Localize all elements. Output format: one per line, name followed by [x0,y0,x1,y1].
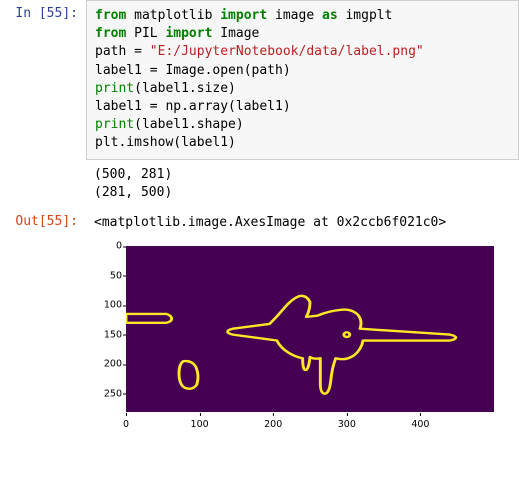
xtick: 100 [191,419,209,430]
kw-import: import [165,26,212,41]
code-text: label1 = Image.open(path) [95,63,291,78]
kw-import: import [220,8,267,23]
image-canvas [126,246,494,412]
label-mask-svg [126,246,494,412]
code-text: image [267,8,322,23]
string-literal: "E:/JupyterNotebook/data/label.png" [150,44,424,59]
result-cell: Out[55]: <matplotlib.image.AxesImage at … [0,208,519,238]
code-text: (label1.shape) [134,117,244,132]
in-prompt: In [55]: [0,0,86,160]
xtick: 300 [338,419,356,430]
axes: 0 50 100 150 200 250 0 100 200 300 400 [86,242,506,442]
code-text: label1 = np.array(label1) [95,99,291,114]
plot-output: 0 50 100 150 200 250 0 100 200 300 400 [0,238,519,450]
out-prompt: Out[55]: [0,208,86,238]
ytick: 200 [86,359,122,370]
result-text: <matplotlib.image.AxesImage at 0x2ccb6f0… [94,215,446,230]
stdout-line: (281, 500) [94,185,172,200]
ytick: 50 [86,270,122,281]
code-text: imgplt [338,8,393,23]
xtick: 200 [264,419,282,430]
plot: 0 50 100 150 200 250 0 100 200 300 400 [86,238,506,450]
xtick: 400 [411,419,429,430]
code-text: matplotlib [126,8,220,23]
code-text: Image [212,26,259,41]
code-text: (label1.size) [134,81,236,96]
ytick: 150 [86,329,122,340]
code-text: PIL [126,26,165,41]
code-text: path = [95,44,150,59]
ytick: 250 [86,388,122,399]
builtin-print: print [95,81,134,96]
empty-prompt [0,160,86,208]
code-area[interactable]: from matplotlib import image as imgplt f… [86,0,519,160]
ytick: 0 [86,241,122,252]
input-cell: In [55]: from matplotlib import image as… [0,0,519,160]
kw-from: from [95,8,126,23]
result-area: <matplotlib.image.AxesImage at 0x2ccb6f0… [86,208,519,238]
kw-from: from [95,26,126,41]
ytick: 100 [86,300,122,311]
code-text: plt.imshow(label1) [95,135,236,150]
stdout-line: (500, 281) [94,167,172,182]
kw-as: as [322,8,338,23]
stdout-area: (500, 281) (281, 500) [86,160,519,208]
xtick: 0 [123,419,129,430]
stdout-cell: (500, 281) (281, 500) [0,160,519,208]
builtin-print: print [95,117,134,132]
